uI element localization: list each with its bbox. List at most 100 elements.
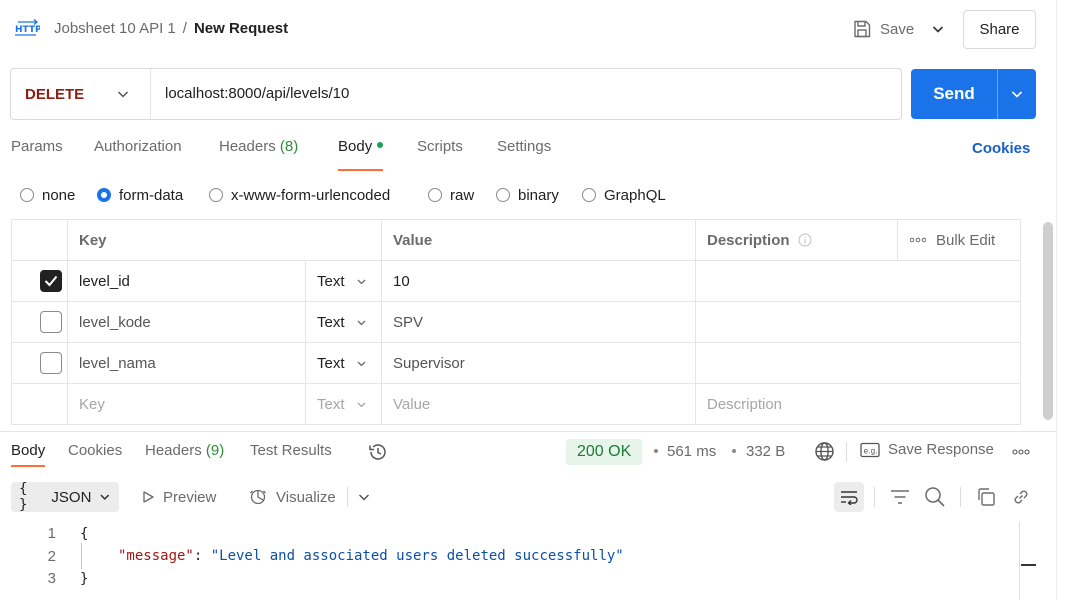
info-icon (797, 233, 812, 247)
cookies-link[interactable]: Cookies (972, 140, 1030, 157)
code-scrollbar-track (1019, 522, 1020, 600)
json-key: "message" (118, 548, 194, 564)
url-input[interactable]: localhost:8000/api/levels/10 (165, 85, 349, 102)
response-tab-body[interactable]: Body (11, 442, 46, 467)
code-line: } (80, 571, 89, 587)
chevron-down-icon (357, 279, 366, 284)
type-select[interactable]: Text (317, 302, 381, 342)
breadcrumb-collection[interactable]: Jobsheet 10 API 1 (54, 20, 176, 37)
line-number: 3 (47, 570, 56, 587)
pane-divider[interactable] (0, 431, 1056, 432)
send-button[interactable]: Send (911, 69, 997, 119)
response-tabs: Body Cookies Headers (9) Test Results (11, 441, 401, 467)
row-checkbox[interactable] (40, 261, 62, 301)
radio-graphql[interactable]: GraphQL (582, 184, 666, 206)
request-scrollbar[interactable] (1043, 222, 1053, 420)
key-cell[interactable]: level_id (79, 261, 130, 301)
body-active-dot (377, 142, 384, 149)
save-response-button[interactable]: e.g. Save Response (860, 441, 994, 458)
save-button[interactable]: Save (846, 14, 920, 44)
value-cell[interactable]: 10 (393, 261, 410, 301)
value-cell[interactable]: SPV (393, 302, 423, 342)
table-row: level_id Text 10 (12, 261, 1020, 302)
toolbar-separator (347, 487, 348, 507)
type-select[interactable]: Text (317, 343, 381, 383)
description-cell[interactable] (707, 302, 1020, 342)
key-placeholder[interactable]: Key (79, 384, 105, 424)
status-badge[interactable]: 200 OK (566, 439, 643, 465)
visualize-button[interactable]: Visualize (248, 482, 336, 512)
chevron-down-icon (100, 494, 110, 500)
type-select[interactable]: Text (317, 261, 381, 301)
breadcrumb-separator: / (182, 20, 187, 37)
window-edge (1056, 0, 1066, 600)
chevron-down-icon (357, 361, 366, 366)
description-cell[interactable] (707, 261, 1020, 301)
method-label: DELETE (25, 85, 85, 103)
history-button[interactable] (367, 441, 389, 463)
request-header: HTTP Jobsheet 10 API 1 / New Request Sav… (0, 0, 1056, 60)
row-checkbox[interactable] (40, 343, 62, 383)
search-button[interactable] (924, 486, 946, 508)
row-checkbox[interactable] (40, 302, 62, 342)
share-button[interactable]: Share (963, 10, 1036, 49)
response-size[interactable]: 332 B (746, 443, 785, 460)
response-tab-test-results[interactable]: Test Results (250, 442, 332, 464)
radio-form-data[interactable]: form-data (97, 184, 183, 206)
type-label: Text (317, 395, 345, 413)
radio-x-www-form-urlencoded[interactable]: x-www-form-urlencoded (209, 184, 390, 206)
wrap-lines-button[interactable] (834, 482, 864, 512)
tab-scripts[interactable]: Scripts (417, 138, 463, 168)
type-select[interactable]: Text (317, 384, 381, 424)
preview-label: Preview (163, 488, 217, 506)
visualize-icon (250, 489, 266, 505)
tab-headers-count: (8) (279, 138, 299, 155)
preview-button[interactable]: Preview (141, 482, 216, 512)
response-body-viewer[interactable]: 1 { 2 "message": "Level and associated u… (0, 522, 1020, 600)
tab-settings[interactable]: Settings (497, 138, 551, 168)
code-scroll-marker[interactable] (1021, 564, 1036, 566)
radio-raw[interactable]: raw (428, 184, 474, 206)
method-select[interactable]: DELETE (11, 69, 151, 119)
checkbox-unchecked (40, 311, 62, 333)
indent-guide (81, 543, 82, 569)
response-time[interactable]: 561 ms (667, 443, 716, 460)
tab-authorization[interactable]: Authorization (94, 138, 182, 168)
key-cell[interactable]: level_kode (79, 302, 151, 342)
toolbar-separator (960, 487, 961, 507)
description-placeholder[interactable]: Description (707, 384, 782, 424)
bulk-edit-button[interactable]: Bulk Edit (910, 220, 995, 260)
tab-body[interactable]: Body (338, 138, 384, 171)
description-cell[interactable] (707, 343, 1020, 383)
send-button-group: Send (911, 69, 1036, 119)
response-tab-headers-count: (9) (205, 442, 225, 459)
copy-button[interactable] (976, 487, 996, 507)
svg-text:HTTP: HTTP (15, 25, 40, 35)
request-name[interactable]: New Request (194, 20, 288, 37)
radio-binary[interactable]: binary (496, 184, 559, 206)
visualize-options-button[interactable] (357, 482, 371, 512)
globe-icon (815, 442, 834, 461)
key-cell[interactable]: level_nama (79, 343, 156, 383)
tab-headers[interactable]: Headers (8) (219, 138, 298, 168)
response-tab-cookies[interactable]: Cookies (68, 442, 122, 464)
link-button[interactable] (1011, 487, 1031, 507)
value-cell[interactable]: Supervisor (393, 343, 465, 383)
response-tab-headers[interactable]: Headers (9) (145, 442, 224, 464)
filter-button[interactable] (890, 489, 910, 505)
save-options-button[interactable] (924, 14, 952, 44)
more-options-button[interactable] (1012, 448, 1030, 456)
tab-params[interactable]: Params (11, 138, 63, 168)
meta-dot (732, 449, 736, 453)
chevron-down-icon (117, 91, 129, 98)
format-select[interactable]: { } JSON (11, 481, 119, 513)
bulk-edit-label: Bulk Edit (936, 231, 996, 249)
radio-none[interactable]: none (20, 184, 75, 206)
column-description-header: Description (707, 220, 812, 260)
filter-icon (891, 490, 909, 504)
line-number: 2 (47, 548, 56, 565)
format-label: JSON (51, 488, 92, 506)
value-placeholder[interactable]: Value (393, 384, 430, 424)
send-options-button[interactable] (998, 69, 1036, 119)
network-info-button[interactable] (814, 441, 835, 462)
